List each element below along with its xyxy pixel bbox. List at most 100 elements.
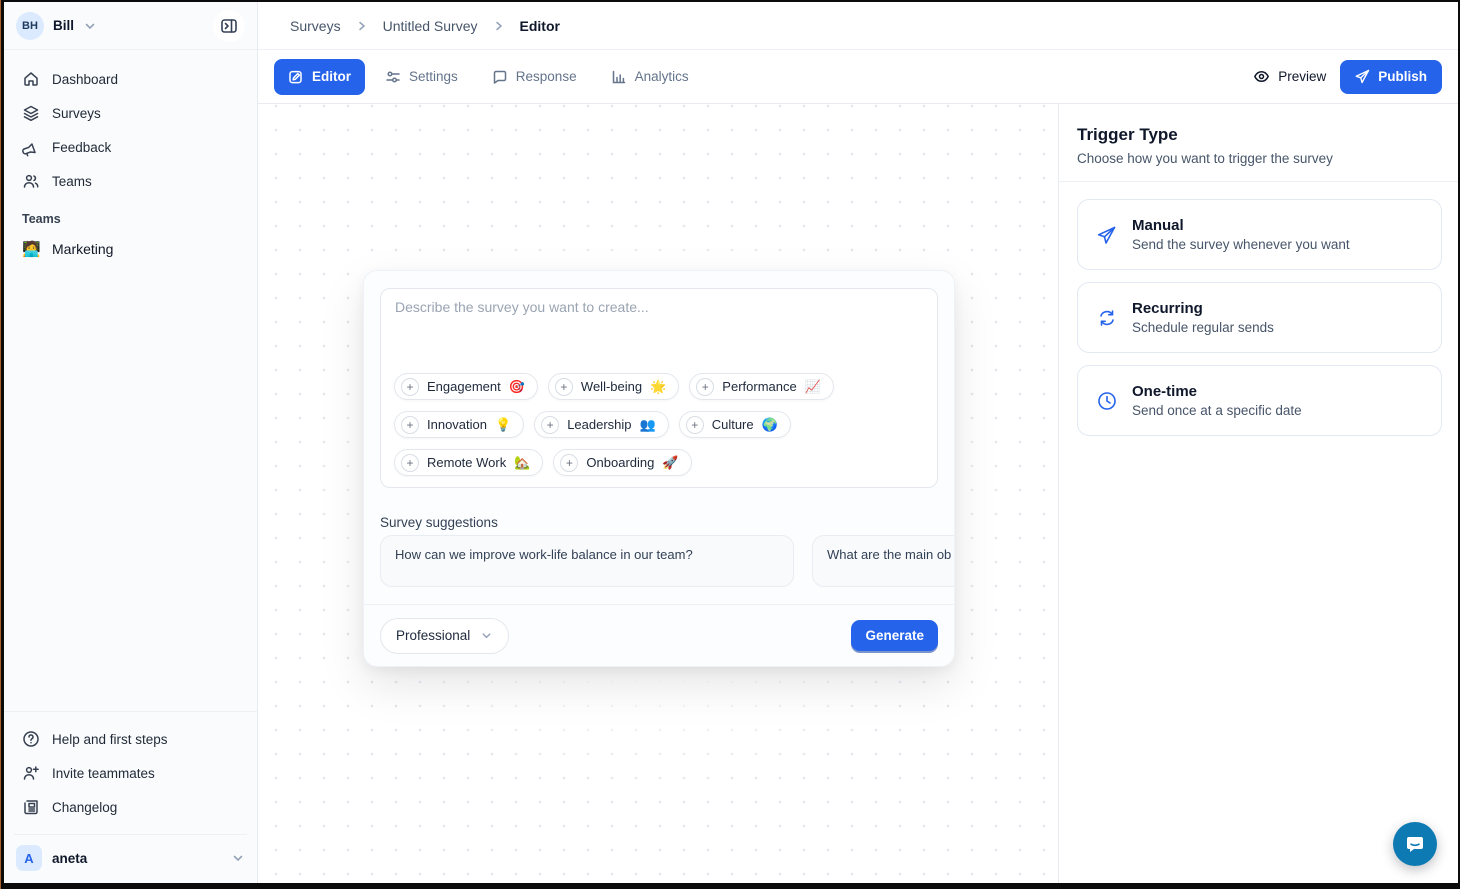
chip-label: Performance [722, 379, 796, 394]
trigger-option-text: Manual Send the survey whenever you want [1132, 217, 1350, 252]
chevron-right-icon [492, 19, 506, 33]
tab-label: Response [516, 69, 577, 84]
breadcrumb-surveys[interactable]: Surveys [290, 18, 341, 34]
repeat-icon [1096, 308, 1118, 328]
plus-icon: + [560, 454, 578, 472]
user-plus-icon [22, 764, 40, 782]
plus-icon: + [541, 416, 559, 434]
chip-emoji: 💡 [495, 417, 511, 433]
preview-button[interactable]: Preview [1253, 68, 1326, 85]
editor-tabs: Editor Settings Response [274, 59, 703, 95]
trigger-option-manual[interactable]: Manual Send the survey whenever you want [1077, 199, 1442, 270]
sidebar-item-changelog[interactable]: Changelog [14, 790, 247, 824]
chevron-down-icon [83, 19, 97, 33]
sidebar-section-teams-label: Teams [14, 198, 247, 232]
sidebar-item-help[interactable]: Help and first steps [14, 722, 247, 756]
sidebar-item-label: Surveys [52, 106, 101, 121]
generate-button[interactable]: Generate [851, 620, 938, 651]
main-area: Surveys Untitled Survey Editor Editor [258, 2, 1458, 883]
editor-toolbar: Editor Settings Response [258, 50, 1458, 103]
tab-response[interactable]: Response [478, 59, 591, 95]
sidebar: BH Bill Dashboard Surv [4, 2, 258, 883]
sidebar-item-teams[interactable]: Teams [14, 164, 247, 198]
survey-generator-card: + Engagement 🎯 + Well-being 🌟 + [363, 270, 955, 667]
account-avatar: A [16, 845, 42, 871]
chip-emoji: 🌍 [762, 417, 778, 433]
topic-chip-well-being[interactable]: + Well-being 🌟 [548, 373, 679, 400]
trigger-panel-header: Trigger Type Choose how you want to trig… [1059, 104, 1458, 182]
tab-editor[interactable]: Editor [274, 59, 365, 95]
trigger-option-description: Schedule regular sends [1132, 320, 1274, 335]
sidebar-item-label: Help and first steps [52, 732, 168, 747]
sidebar-item-feedback[interactable]: Feedback [14, 130, 247, 164]
sidebar-item-team-marketing[interactable]: 🧑‍💻 Marketing [14, 232, 247, 266]
trigger-option-recurring[interactable]: Recurring Schedule regular sends [1077, 282, 1442, 353]
sidebar-nav: Dashboard Surveys Feedback Teams [4, 50, 257, 266]
account-menu[interactable]: A aneta [14, 834, 247, 883]
plus-icon: + [686, 416, 704, 434]
plus-icon: + [401, 454, 419, 472]
bar-chart-icon [611, 69, 627, 85]
tab-settings[interactable]: Settings [371, 59, 472, 95]
sidebar-item-label: Changelog [52, 800, 117, 815]
breadcrumb-survey-name[interactable]: Untitled Survey [383, 18, 478, 34]
suggestion-item[interactable]: What are the main ob [812, 535, 955, 587]
sidebar-item-label: Invite teammates [52, 766, 155, 781]
layers-icon [22, 104, 40, 122]
chip-label: Leadership [567, 417, 631, 432]
trigger-option-one-time[interactable]: One-time Send once at a specific date [1077, 365, 1442, 436]
publish-button[interactable]: Publish [1340, 60, 1442, 94]
chip-label: Culture [712, 417, 754, 432]
megaphone-icon [22, 138, 40, 156]
topic-chip-leadership[interactable]: + Leadership 👥 [534, 411, 669, 438]
topic-chip-remote-work[interactable]: + Remote Work 🏡 [394, 449, 543, 476]
publish-label: Publish [1378, 69, 1427, 84]
chevron-down-icon [480, 629, 493, 642]
suggestion-item[interactable]: How can we improve work-life balance in … [380, 535, 794, 587]
topic-chip-culture[interactable]: + Culture 🌍 [679, 411, 791, 438]
chip-label: Remote Work [427, 455, 506, 470]
trigger-type-panel: Trigger Type Choose how you want to trig… [1058, 104, 1458, 883]
sidebar-item-label: Dashboard [52, 72, 118, 87]
chat-bubble-icon [1404, 833, 1426, 855]
breadcrumb-editor: Editor [520, 18, 560, 34]
workspace-name: Bill [53, 18, 74, 33]
topic-chip-engagement[interactable]: + Engagement 🎯 [394, 373, 538, 400]
chip-label: Onboarding [586, 455, 654, 470]
sidebar-collapse-button[interactable] [213, 10, 245, 42]
account-name: aneta [52, 851, 87, 866]
workspace: + Engagement 🎯 + Well-being 🌟 + [258, 103, 1458, 883]
trigger-option-description: Send once at a specific date [1132, 403, 1302, 418]
sidebar-item-surveys[interactable]: Surveys [14, 96, 247, 130]
editor-canvas[interactable]: + Engagement 🎯 + Well-being 🌟 + [258, 104, 1058, 883]
sidebar-item-dashboard[interactable]: Dashboard [14, 62, 247, 96]
topic-chip-innovation[interactable]: + Innovation 💡 [394, 411, 524, 438]
topic-chips: + Engagement 🎯 + Well-being 🌟 + [394, 373, 924, 476]
tab-label: Analytics [635, 69, 689, 84]
prompt-box: + Engagement 🎯 + Well-being 🌟 + [380, 288, 938, 488]
trigger-option-title: Recurring [1132, 300, 1274, 317]
help-circle-icon [22, 730, 40, 748]
sliders-icon [385, 69, 401, 85]
chip-emoji: 🌟 [650, 379, 666, 395]
sidebar-item-label: Teams [52, 174, 92, 189]
topic-chip-performance[interactable]: + Performance 📈 [689, 373, 834, 400]
trigger-option-title: Manual [1132, 217, 1350, 234]
chat-launcher-button[interactable] [1393, 822, 1437, 866]
sidebar-item-invite[interactable]: Invite teammates [14, 756, 247, 790]
chip-label: Well-being [581, 379, 642, 394]
topic-chip-onboarding[interactable]: + Onboarding 🚀 [553, 449, 691, 476]
sidebar-item-label: Feedback [52, 140, 111, 155]
plus-icon: + [696, 378, 714, 396]
survey-description-input[interactable] [395, 299, 923, 359]
send-icon [1096, 225, 1118, 245]
send-icon [1355, 69, 1370, 84]
tab-analytics[interactable]: Analytics [597, 59, 703, 95]
workspace-switcher[interactable]: BH Bill [4, 2, 257, 50]
preview-label: Preview [1278, 69, 1326, 84]
chip-emoji: 👥 [640, 417, 656, 433]
tone-select[interactable]: Professional [380, 618, 509, 654]
breadcrumb: Surveys Untitled Survey Editor [258, 2, 1458, 50]
users-icon [22, 172, 40, 190]
chip-label: Engagement [427, 379, 501, 394]
